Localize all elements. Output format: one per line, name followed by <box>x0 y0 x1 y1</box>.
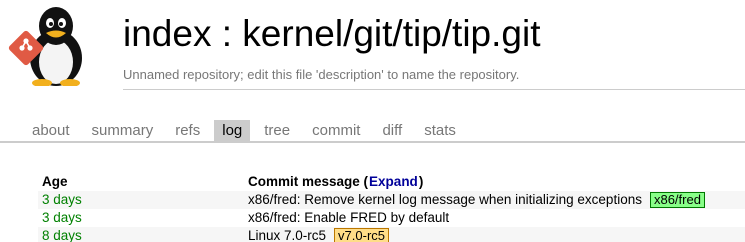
description-divider <box>123 89 745 90</box>
commit-message-cell: Linux 7.0-rc5 v7.0-rc5 <box>248 227 390 242</box>
table-row[interactable]: 3 days x86/fred: Enable FRED by default <box>38 209 745 227</box>
table-header-row: Age Commit message ( Expand ) <box>38 173 745 191</box>
commit-message-cell: x86/fred: Enable FRED by default <box>248 209 449 227</box>
commit-message-cell: x86/fred: Remove kernel log message when… <box>248 191 705 209</box>
tab-summary[interactable]: summary <box>84 120 162 142</box>
tab-about[interactable]: about <box>24 120 78 142</box>
table-row[interactable]: 3 days x86/fred: Remove kernel log messa… <box>38 191 745 209</box>
tab-diff[interactable]: diff <box>374 120 410 142</box>
tag-decoration[interactable]: v7.0-rc5 <box>334 228 390 242</box>
tab-bar: about summary refs log tree commit diff … <box>24 120 470 142</box>
tab-tree[interactable]: tree <box>256 120 298 142</box>
table-row[interactable]: 8 days Linux 7.0-rc5 v7.0-rc5 <box>38 227 745 242</box>
message-column-header: Commit message ( Expand ) <box>248 173 423 191</box>
commit-age: 8 days <box>42 228 82 242</box>
expand-link[interactable]: Expand <box>369 173 418 191</box>
commit-message-link[interactable]: x86/fred: Enable FRED by default <box>248 209 449 227</box>
cgit-page: index : kernel/git/tip/tip.git Unnamed r… <box>0 0 745 242</box>
repo-title[interactable]: index : kernel/git/tip/tip.git <box>123 12 541 56</box>
message-header-close: ) <box>418 174 424 189</box>
commit-message-link[interactable]: Linux 7.0-rc5 <box>248 227 326 242</box>
tab-refs[interactable]: refs <box>167 120 208 142</box>
repo-description: Unnamed repository; edit this file 'desc… <box>123 67 520 82</box>
commit-message-link[interactable]: x86/fred: Remove kernel log message when… <box>248 191 642 209</box>
age-column-header: Age <box>42 174 68 189</box>
commit-log-table: Age Commit message ( Expand ) 3 days x86… <box>38 173 745 242</box>
commit-age: 3 days <box>42 210 82 225</box>
tabs-divider <box>0 141 745 143</box>
cgit-logo[interactable] <box>8 6 84 86</box>
tab-log[interactable]: log <box>214 120 251 142</box>
tab-commit[interactable]: commit <box>304 120 368 142</box>
message-header-label: Commit message ( <box>248 174 369 189</box>
commit-age: 3 days <box>42 192 82 207</box>
tab-stats[interactable]: stats <box>416 120 464 142</box>
branch-decoration[interactable]: x86/fred <box>649 192 705 208</box>
